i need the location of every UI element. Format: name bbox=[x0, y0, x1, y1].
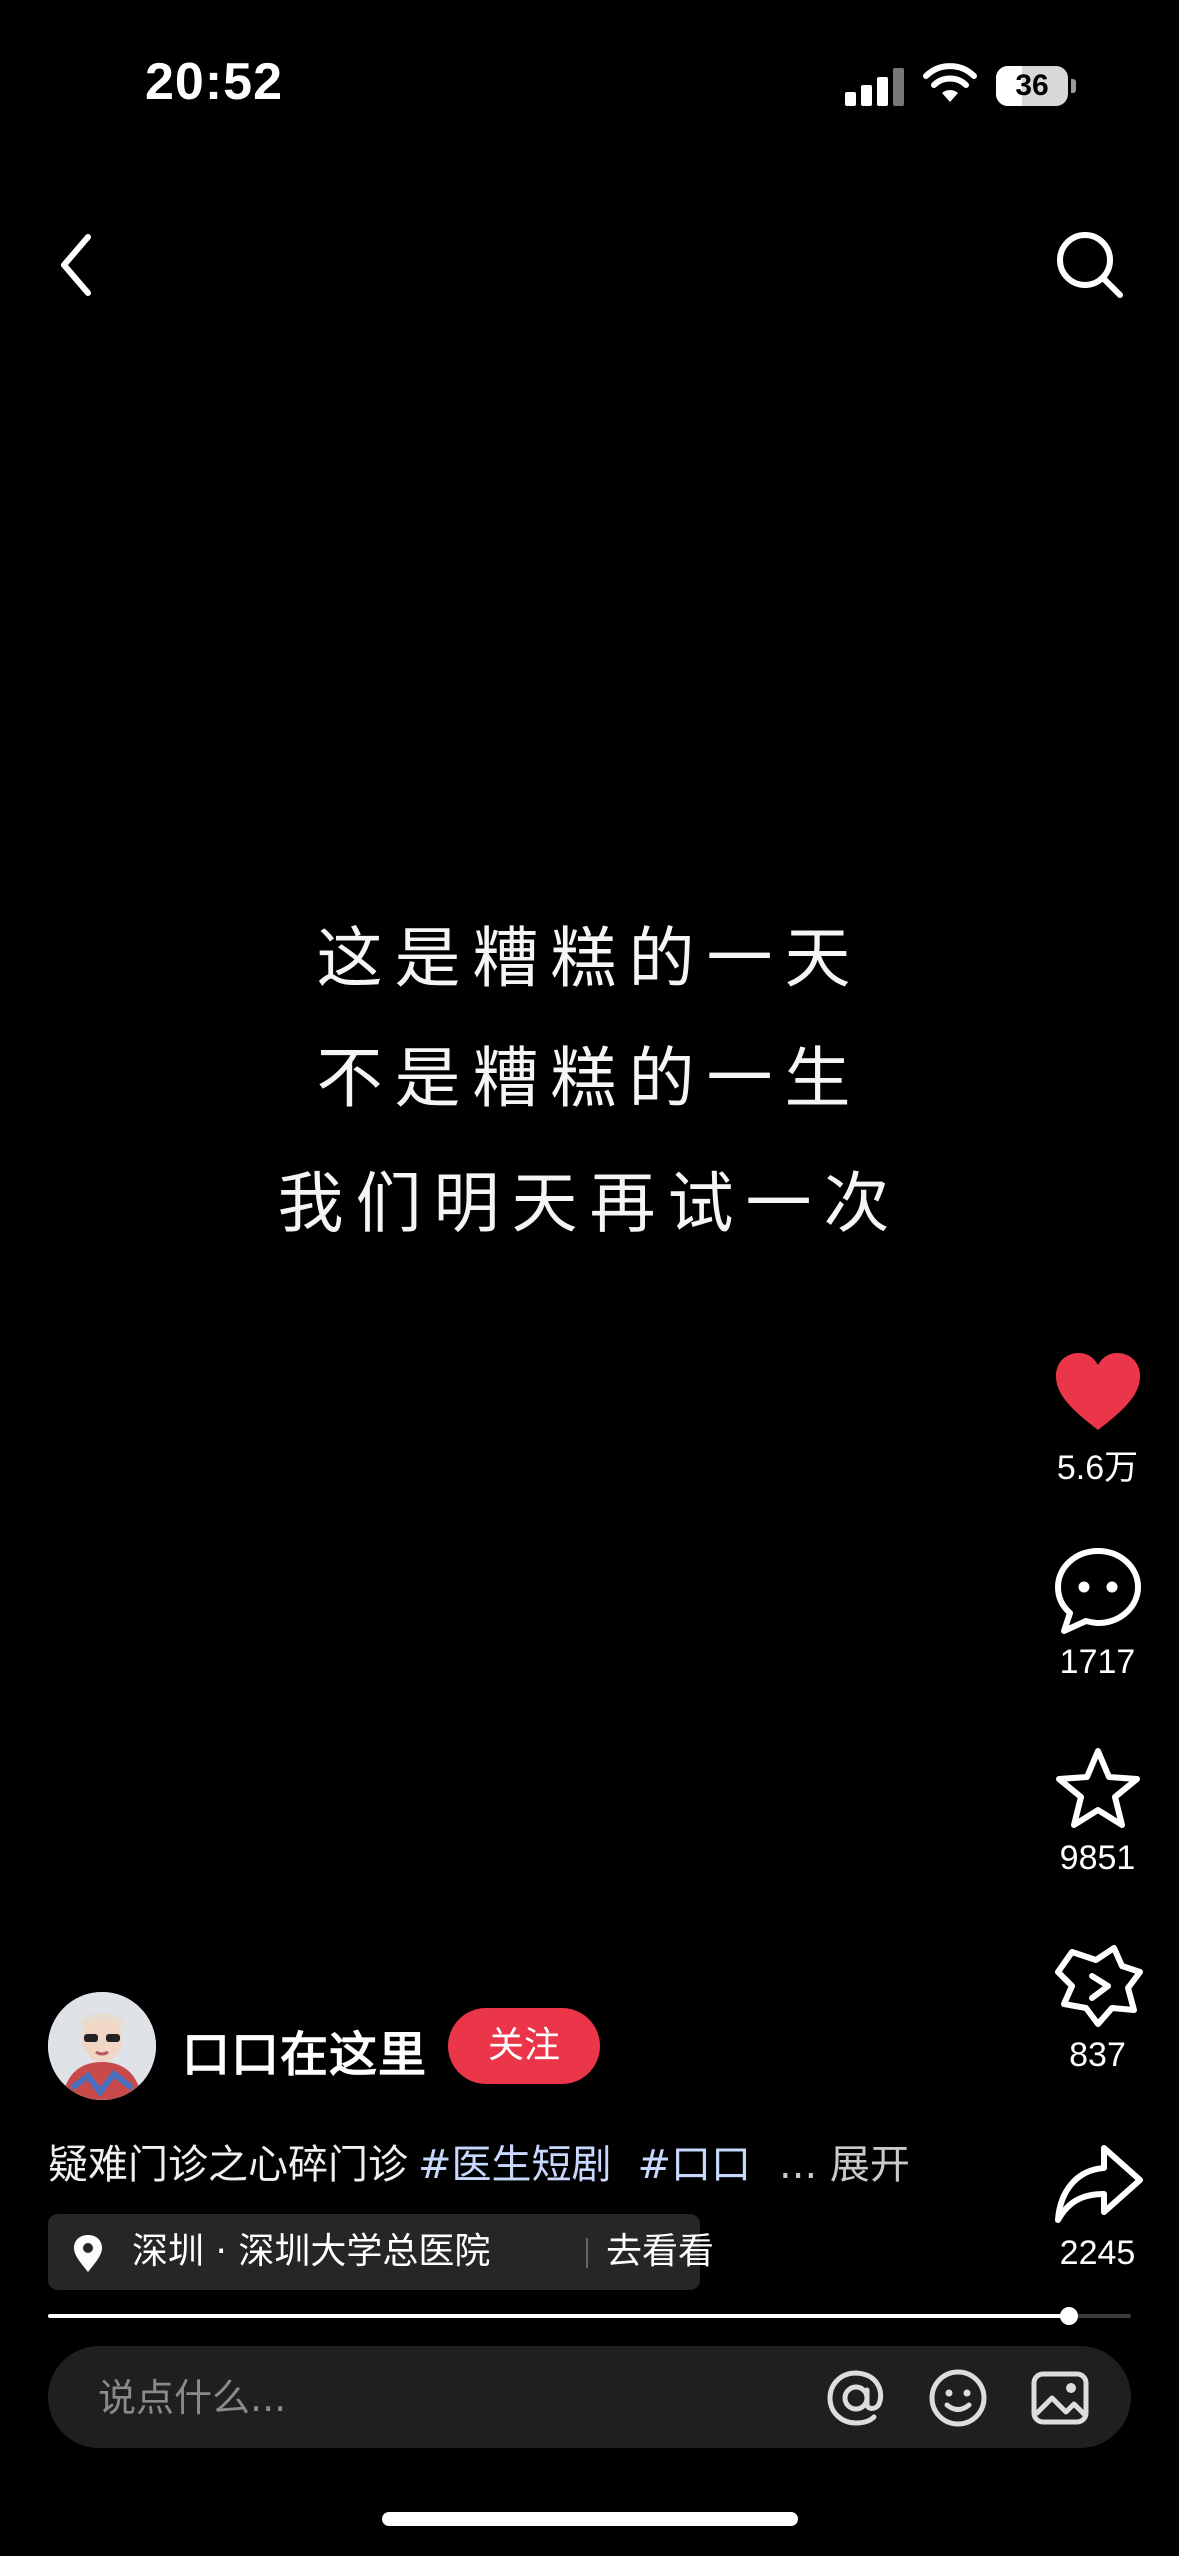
comment-icon bbox=[1054, 1548, 1141, 1634]
video-progress-fill bbox=[48, 2314, 1070, 2318]
image-icon[interactable] bbox=[1028, 2366, 1092, 2430]
comment-count: 1717 bbox=[1059, 1643, 1136, 1681]
heart-icon bbox=[1055, 1353, 1140, 1430]
video-text-line-3: 我们明天再试一次 bbox=[277, 1165, 902, 1242]
video-screen: 20:52 36 这是糟糕的一天 不是糟糕的一生 我们明天再试一次 5.6万 1… bbox=[0, 0, 1179, 2556]
star-icon bbox=[1055, 1748, 1140, 1828]
like-count: 5.6万 bbox=[1056, 1449, 1139, 1487]
comment-button[interactable]: 1717 bbox=[1030, 1545, 1165, 1682]
favorite-count: 9851 bbox=[1059, 1839, 1136, 1877]
hashtag-1[interactable]: #医生短剧 bbox=[418, 2142, 612, 2188]
comment-input[interactable] bbox=[96, 2346, 800, 2450]
status-time: 20:52 bbox=[145, 53, 283, 111]
like-button[interactable]: 5.6万 bbox=[1030, 1350, 1165, 1489]
home-indicator[interactable] bbox=[382, 2512, 798, 2526]
video-progress-handle[interactable] bbox=[1060, 2307, 1079, 2325]
hashtag-2[interactable]: #口口 bbox=[638, 2142, 752, 2188]
back-icon[interactable] bbox=[50, 225, 106, 305]
video-caption: 疑难门诊之心碎门诊 #医生短剧 #口口 ... 展开 bbox=[48, 2132, 910, 2190]
video-text-line-2: 不是糟糕的一生 bbox=[316, 1040, 863, 1117]
expand-caption-link[interactable]: ... 展开 bbox=[779, 2142, 910, 2188]
location-pin-icon bbox=[74, 2235, 102, 2272]
battery-percent: 36 bbox=[1015, 69, 1049, 102]
share-icon bbox=[1054, 2145, 1143, 2223]
share-friend-icon bbox=[1054, 1945, 1143, 2027]
comment-bar bbox=[48, 2346, 1131, 2450]
caption-text: 疑难门诊之心碎门诊 bbox=[48, 2142, 408, 2188]
share-count: 2245 bbox=[1059, 2234, 1136, 2272]
share-friend-count: 837 bbox=[1069, 2036, 1126, 2074]
avatar[interactable] bbox=[48, 1992, 156, 2100]
search-icon[interactable] bbox=[1050, 225, 1130, 305]
favorite-button[interactable]: 9851 bbox=[1030, 1745, 1165, 1878]
share-button[interactable]: 2245 bbox=[1030, 2140, 1165, 2273]
cellular-signal-icon bbox=[845, 66, 905, 106]
emoji-icon[interactable] bbox=[926, 2366, 990, 2430]
location-name: 深圳 · 深圳大学总医院 bbox=[132, 2231, 491, 2272]
location-chip[interactable]: 深圳 · 深圳大学总医院 去看看 bbox=[48, 2214, 714, 2290]
share-friend-button[interactable]: 837 bbox=[1030, 1942, 1165, 2075]
author-name[interactable]: 口口在这里 bbox=[182, 2015, 427, 2085]
battery-icon: 36 bbox=[996, 66, 1076, 106]
location-divider bbox=[586, 2238, 588, 2268]
location-go-link[interactable]: 去看看 bbox=[606, 2214, 714, 2290]
follow-button[interactable]: 关注 bbox=[448, 2008, 600, 2084]
at-icon[interactable] bbox=[824, 2366, 888, 2430]
wifi-icon bbox=[923, 63, 977, 102]
avatar-image bbox=[48, 1992, 156, 2100]
video-text-line-1: 这是糟糕的一天 bbox=[316, 920, 863, 997]
video-progress-bar[interactable] bbox=[48, 2307, 1131, 2325]
